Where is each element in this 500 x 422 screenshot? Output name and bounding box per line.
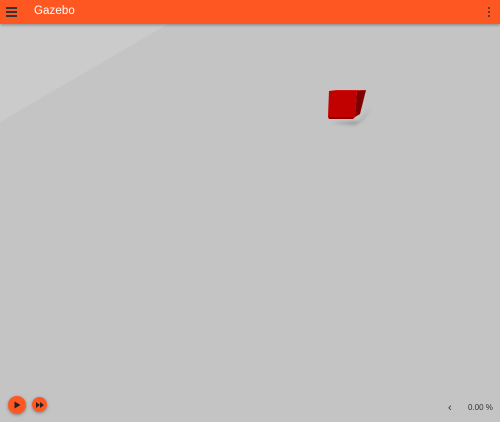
real-time-factor: 0.00 % bbox=[468, 403, 493, 412]
step-forward-button[interactable] bbox=[32, 397, 47, 412]
chevron-left-icon[interactable]: ‹ bbox=[448, 401, 452, 415]
app-title: Gazebo bbox=[34, 5, 75, 17]
play-button[interactable] bbox=[8, 396, 26, 414]
ground-plane bbox=[0, 24, 500, 422]
3d-scene-viewport[interactable] bbox=[0, 24, 500, 422]
top-toolbar: Gazebo bbox=[0, 0, 500, 24]
gazebo-app: Gazebo ‹ 0.00 % bbox=[0, 0, 500, 422]
more-vert-icon[interactable] bbox=[487, 5, 491, 19]
hamburger-menu-icon[interactable] bbox=[6, 5, 18, 19]
fast-forward-icon bbox=[35, 401, 44, 408]
play-icon bbox=[14, 401, 21, 409]
